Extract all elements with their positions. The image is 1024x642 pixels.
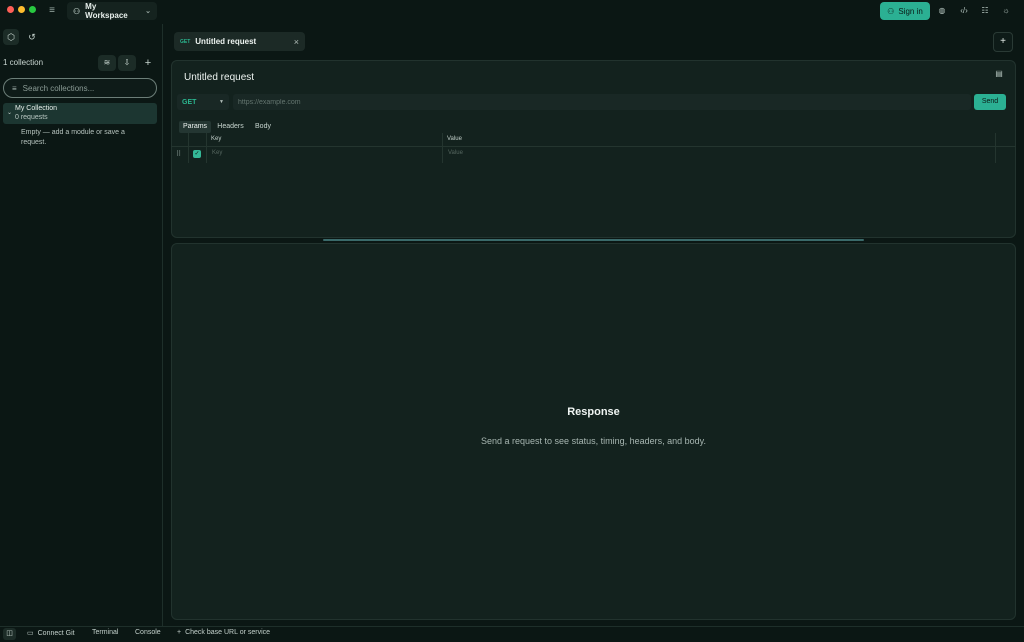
response-title: Response <box>567 406 620 418</box>
collections-tab-icon[interactable]: ⬡ <box>3 29 19 45</box>
folder-icon: ▭ <box>27 630 34 637</box>
empty-collection-note: Empty — add a module or save a request. <box>21 129 125 146</box>
request-title[interactable]: Untitled request <box>184 72 254 83</box>
method-select[interactable]: GET ▼ <box>177 94 229 110</box>
list-icon[interactable]: ☷ <box>978 4 992 18</box>
connect-git-label: Connect Git <box>37 629 75 637</box>
search-input[interactable] <box>22 83 143 93</box>
collection-count: 1 collection <box>3 58 44 67</box>
key-input[interactable]: Key <box>212 150 222 156</box>
filter-icon: ≡ <box>12 83 17 93</box>
status-hint: + Check base URL or service <box>177 629 270 636</box>
column-divider <box>188 133 189 163</box>
workspace-label: My Workspace <box>85 2 128 20</box>
console-button[interactable]: Console <box>135 629 161 636</box>
panel-resize-handle[interactable] <box>323 239 864 241</box>
url-input[interactable] <box>233 94 971 110</box>
document-icon[interactable]: ▤ <box>994 69 1004 79</box>
close-icon[interactable]: × <box>294 37 299 47</box>
terminal-button[interactable]: Terminal <box>92 629 118 636</box>
user-icon: ⚇ <box>887 6 895 16</box>
collection-item[interactable]: ⌄ My Collection 0 requests <box>3 103 157 124</box>
response-panel <box>171 243 1016 620</box>
tab-method-badge: GET <box>180 38 191 45</box>
sun-icon[interactable]: ☼ <box>999 4 1013 18</box>
column-divider <box>206 133 207 163</box>
globe-icon[interactable]: ◍ <box>935 4 949 18</box>
menu-icon[interactable]: ≡ <box>46 5 58 17</box>
column-header-value: Value <box>447 136 462 142</box>
new-tab-button[interactable]: + <box>993 32 1013 52</box>
value-input[interactable]: Value <box>448 150 463 156</box>
add-collection-button[interactable]: + <box>142 55 154 71</box>
column-header-key: Key <box>211 136 222 142</box>
response-empty-message: Send a request to see status, timing, he… <box>481 436 706 446</box>
status-hint-label: Check base URL or service <box>185 629 271 636</box>
chevron-down-icon: ⌄ <box>145 8 151 15</box>
tab-params[interactable]: Params <box>179 121 211 133</box>
tab-body[interactable]: Body <box>252 121 274 133</box>
window-maximize-button[interactable] <box>29 6 36 13</box>
window-close-button[interactable] <box>7 6 14 13</box>
sort-icon[interactable]: ≋ <box>98 55 116 71</box>
row-enabled-checkbox[interactable]: ✓ <box>193 150 201 158</box>
method-value: GET <box>182 98 197 106</box>
user-icon: ⚇ <box>73 6 81 16</box>
drag-handle-icon[interactable]: ⠿ <box>176 150 181 158</box>
collection-request-count: 0 requests <box>15 114 48 121</box>
send-button[interactable]: Send <box>974 94 1006 110</box>
plus-icon: + <box>177 629 182 636</box>
tab-title: Untitled request <box>195 37 257 46</box>
window-minimize-button[interactable] <box>18 6 25 13</box>
chevron-down-icon[interactable]: ⌄ <box>7 109 12 116</box>
history-tab-icon[interactable]: ↺ <box>24 29 40 45</box>
sign-in-label: Sign in <box>898 6 923 16</box>
request-tab[interactable]: GET Untitled request × <box>174 32 305 51</box>
table-divider <box>171 146 1016 147</box>
search-collections-field[interactable]: ≡ <box>3 78 157 98</box>
sign-in-button[interactable]: ⚇ Sign in <box>880 2 930 20</box>
request-panel <box>171 60 1016 238</box>
url-field[interactable] <box>233 94 971 110</box>
workspace-switcher[interactable]: ⚇ My Workspace ⌄ <box>67 2 157 20</box>
import-icon[interactable]: ⇩ <box>118 55 136 71</box>
column-divider <box>995 133 996 163</box>
column-divider <box>442 133 443 163</box>
sidebar-toggle-icon[interactable]: ◫ <box>3 628 16 640</box>
collection-name: My Collection <box>15 105 58 112</box>
code-icon[interactable]: ‹/› <box>957 4 971 18</box>
tab-headers[interactable]: Headers <box>214 121 247 133</box>
connect-git-button[interactable]: ▭ Connect Git <box>27 629 75 638</box>
caret-down-icon: ▼ <box>219 99 224 105</box>
